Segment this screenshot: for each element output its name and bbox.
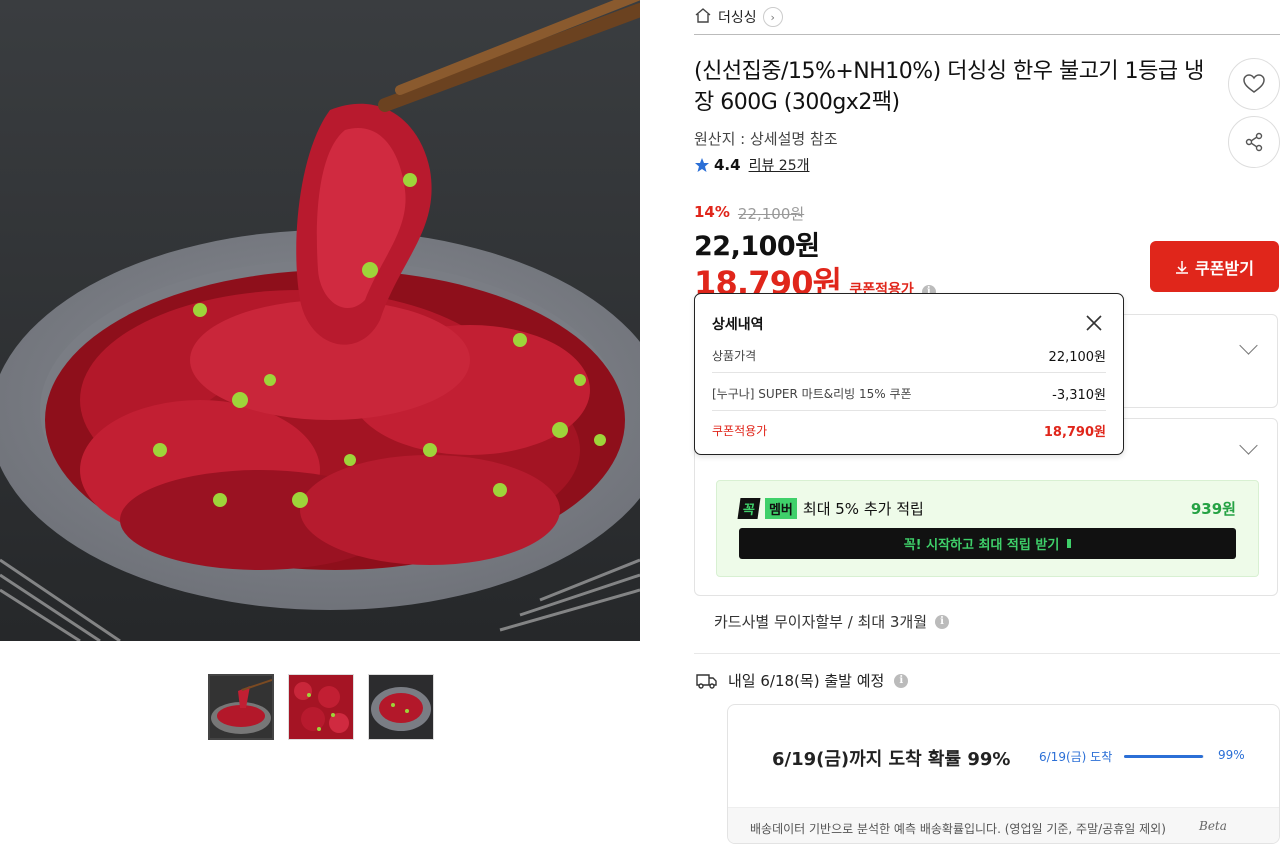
- row-label: [누구나] SUPER 마트&리빙 15% 쿠폰: [712, 387, 912, 401]
- installment-text: 카드사별 무이자할부 / 최대 3개월: [714, 613, 928, 631]
- wishlist-button[interactable]: [1228, 58, 1280, 110]
- chevron-right-icon[interactable]: ›: [762, 7, 783, 27]
- row-amount: -3,310원: [1052, 388, 1106, 403]
- cta-bar-icon: [1067, 539, 1072, 548]
- rating: 4.4 리뷰 25개: [694, 155, 809, 175]
- close-icon[interactable]: [1083, 312, 1105, 334]
- membership-cta-label: 꼭! 시작하고 최대 적립 받기: [903, 538, 1060, 553]
- star-icon: [695, 158, 709, 172]
- chevron-down-icon[interactable]: [1239, 436, 1258, 455]
- installment-info: 카드사별 무이자할부 / 최대 3개월 i: [714, 611, 950, 632]
- share-icon: [1245, 132, 1263, 152]
- product-main-image: [0, 0, 640, 641]
- popup-divider: [712, 372, 1106, 373]
- origin-info: 원산지 : 상세설명 참조: [694, 130, 838, 148]
- membership-text: 최대 5% 추가 적립: [802, 500, 924, 518]
- breadcrumb[interactable]: 더싱싱 ›: [694, 6, 783, 28]
- popup-title: 상세내역: [712, 317, 764, 333]
- popup-row-coupon: [누구나] SUPER 마트&리빙 15% 쿠폰 -3,310원: [712, 384, 1106, 403]
- heart-icon: [1243, 74, 1265, 93]
- info-icon[interactable]: i: [935, 614, 950, 629]
- discount-line: 14% 22,100원: [694, 203, 804, 224]
- membership-badge-2: 멤버: [764, 498, 797, 519]
- section-divider: [694, 653, 1280, 654]
- coupon-download-label: 쿠폰받기: [1195, 258, 1254, 278]
- arrival-date-label: 6/19(금) 도착: [1039, 750, 1113, 764]
- info-icon[interactable]: i: [894, 673, 909, 688]
- arrival-headline: 6/19(금)까지 도착 확률 99%: [772, 749, 1011, 770]
- shipping-departure: 내일 6/18(목) 출발 예정 i: [696, 670, 909, 691]
- discount-rate: 14%: [694, 203, 730, 221]
- share-button[interactable]: [1228, 116, 1280, 168]
- product-title: (신선집중/15%+NH10%) 더싱싱 한우 불고기 1등급 냉장 600G …: [694, 59, 1204, 115]
- row-amount: 22,100원: [1048, 350, 1106, 365]
- probability-percent: 99%: [1218, 748, 1245, 762]
- membership-badge-1: 꼭: [737, 498, 761, 519]
- download-icon: [1176, 260, 1189, 274]
- popup-row-coupon-price: 쿠폰적용가 18,790원: [712, 421, 1106, 440]
- arrival-footnote: 배송데이터 기반으로 분석한 예측 배송확률입니다. (영업일 기준, 주말/공…: [750, 822, 1166, 836]
- review-count-link[interactable]: 리뷰 25개: [749, 155, 810, 175]
- thumbnail-strip: [208, 674, 434, 740]
- beta-label: Beta: [1199, 819, 1227, 833]
- truck-icon: [696, 673, 717, 689]
- probability-bar: [1124, 755, 1204, 758]
- popup-divider: [712, 410, 1106, 411]
- membership-row: 꼭 멤버 최대 5% 추가 적립 939원: [737, 498, 1236, 519]
- row-amount: 18,790원: [1043, 425, 1106, 440]
- row-label: 상품가격: [712, 349, 757, 363]
- arrival-probability-card: 6/19(금)까지 도착 확률 99% 6/19(금) 도착 99% 배송데이터…: [727, 704, 1280, 844]
- breadcrumb-store[interactable]: 더싱싱: [718, 7, 757, 27]
- chevron-down-icon[interactable]: [1239, 336, 1258, 355]
- breadcrumb-divider: [694, 34, 1280, 35]
- arrival-footer: 배송데이터 기반으로 분석한 예측 배송확률입니다. (영업일 기준, 주말/공…: [728, 807, 1279, 843]
- price-detail-popup: 상세내역 상품가격 22,100원 [누구나] SUPER 마트&리빙 15% …: [694, 293, 1124, 455]
- probability-bar-fill: [1124, 755, 1204, 758]
- departure-text: 내일 6/18(목) 출발 예정: [728, 672, 885, 690]
- thumbnail-3[interactable]: [368, 674, 434, 740]
- thumbnail-1[interactable]: [208, 674, 274, 740]
- home-icon: [694, 7, 712, 27]
- membership-cta-button[interactable]: 꼭! 시작하고 최대 적립 받기: [739, 528, 1236, 559]
- thumbnail-2[interactable]: [288, 674, 354, 740]
- membership-points: 939원: [1190, 500, 1236, 518]
- coupon-download-button[interactable]: 쿠폰받기: [1150, 241, 1279, 292]
- rating-score: 4.4: [714, 156, 741, 174]
- membership-card: 꼭 멤버 최대 5% 추가 적립 939원 꼭! 시작하고 최대 적립 받기: [716, 480, 1259, 577]
- popup-row-product-price: 상품가격 22,100원: [712, 346, 1106, 365]
- row-label: 쿠폰적용가: [712, 424, 768, 438]
- original-price: 22,100원: [737, 205, 805, 223]
